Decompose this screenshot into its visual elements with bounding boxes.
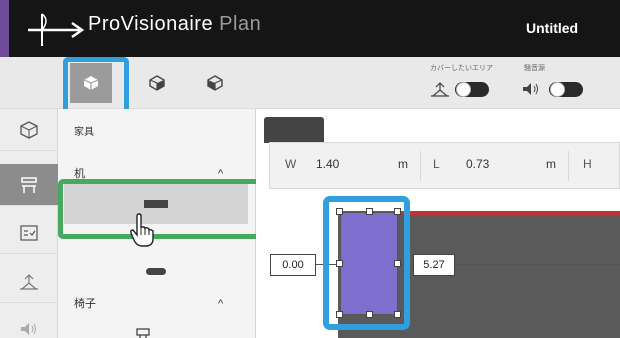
rail-item-coverage[interactable]	[0, 261, 58, 303]
furniture-icon	[21, 176, 37, 193]
resize-handle[interactable]	[394, 311, 401, 318]
noise-source-label: 騒音源	[524, 65, 545, 72]
rail-item-speaker[interactable]	[0, 308, 58, 338]
coverage-area-icon	[20, 273, 38, 290]
panel-header: 家具	[74, 127, 94, 138]
length-label: L	[433, 157, 440, 171]
rail-item-furniture[interactable]	[0, 164, 58, 206]
logo-arrow-icon	[28, 13, 85, 46]
section-title-chair[interactable]: 椅子	[74, 295, 96, 311]
brand-sub: Plan	[219, 13, 262, 35]
dimension-bar: W 1.40 m L 0.73 m H	[269, 142, 620, 189]
resize-handle[interactable]	[394, 260, 401, 267]
furniture-panel: 家具 机 ^ 椅子 ^	[58, 109, 264, 338]
distance-box[interactable]: 5.27	[413, 254, 455, 276]
cube-top-icon	[83, 76, 99, 90]
cube-front-icon	[149, 75, 165, 91]
toggle-knob	[550, 82, 565, 97]
title-accent-strip	[0, 0, 9, 57]
length-value[interactable]: 0.73	[466, 157, 489, 171]
resize-handle[interactable]	[336, 208, 343, 215]
speaker-icon	[21, 323, 36, 335]
x-offset-box[interactable]: 0.00	[270, 254, 316, 276]
room-icon	[20, 120, 38, 139]
desk-item-rounded[interactable]	[64, 251, 248, 291]
hand-cursor-icon	[130, 213, 154, 247]
resize-handle[interactable]	[394, 208, 401, 215]
desk-item-rectangle[interactable]	[58, 179, 264, 239]
resize-handle[interactable]	[366, 311, 373, 318]
height-label: H	[583, 157, 592, 171]
rounded-desk-icon	[146, 267, 166, 275]
speaker-icon	[523, 83, 538, 95]
chair-icon[interactable]	[136, 328, 150, 338]
plan-canvas[interactable]: W 1.40 m L 0.73 m H	[256, 109, 620, 338]
document-title: Untitled	[526, 20, 579, 36]
noise-source-toggle[interactable]	[549, 82, 583, 97]
divider	[568, 151, 569, 181]
coverage-area-icon	[431, 82, 449, 97]
app-brand: ProVisionaire Plan	[88, 13, 261, 36]
title-bar: ProVisionaire Plan Untitled	[0, 0, 620, 57]
checklist-icon	[20, 224, 38, 241]
divider	[420, 151, 421, 181]
brand-main: ProVisionaire	[88, 13, 214, 35]
width-unit: m	[398, 157, 408, 171]
rail-item-checklist[interactable]	[0, 212, 58, 254]
resize-handle[interactable]	[366, 208, 373, 215]
length-unit: m	[546, 157, 556, 171]
rail-item-room[interactable]	[0, 109, 58, 151]
coverage-area-toggle[interactable]	[455, 82, 489, 97]
width-label: W	[285, 157, 297, 171]
rectangle-desk-icon	[144, 200, 168, 208]
toolbar: カバーしたいエリア 騒音源	[0, 57, 620, 119]
cube-side-icon	[207, 75, 223, 91]
resize-handle[interactable]	[336, 260, 343, 267]
view-button-side[interactable]	[194, 63, 236, 103]
canvas-tab[interactable]	[264, 117, 324, 143]
chevron-up-icon[interactable]: ^	[218, 298, 223, 310]
resize-handle[interactable]	[336, 311, 343, 318]
toggle-knob	[456, 82, 471, 97]
width-value[interactable]: 1.40	[316, 157, 339, 171]
view-button-top[interactable]	[63, 57, 129, 119]
left-icon-rail	[0, 109, 58, 338]
coverage-area-label: カバーしたいエリア	[430, 65, 493, 72]
view-button-front[interactable]	[136, 63, 178, 103]
